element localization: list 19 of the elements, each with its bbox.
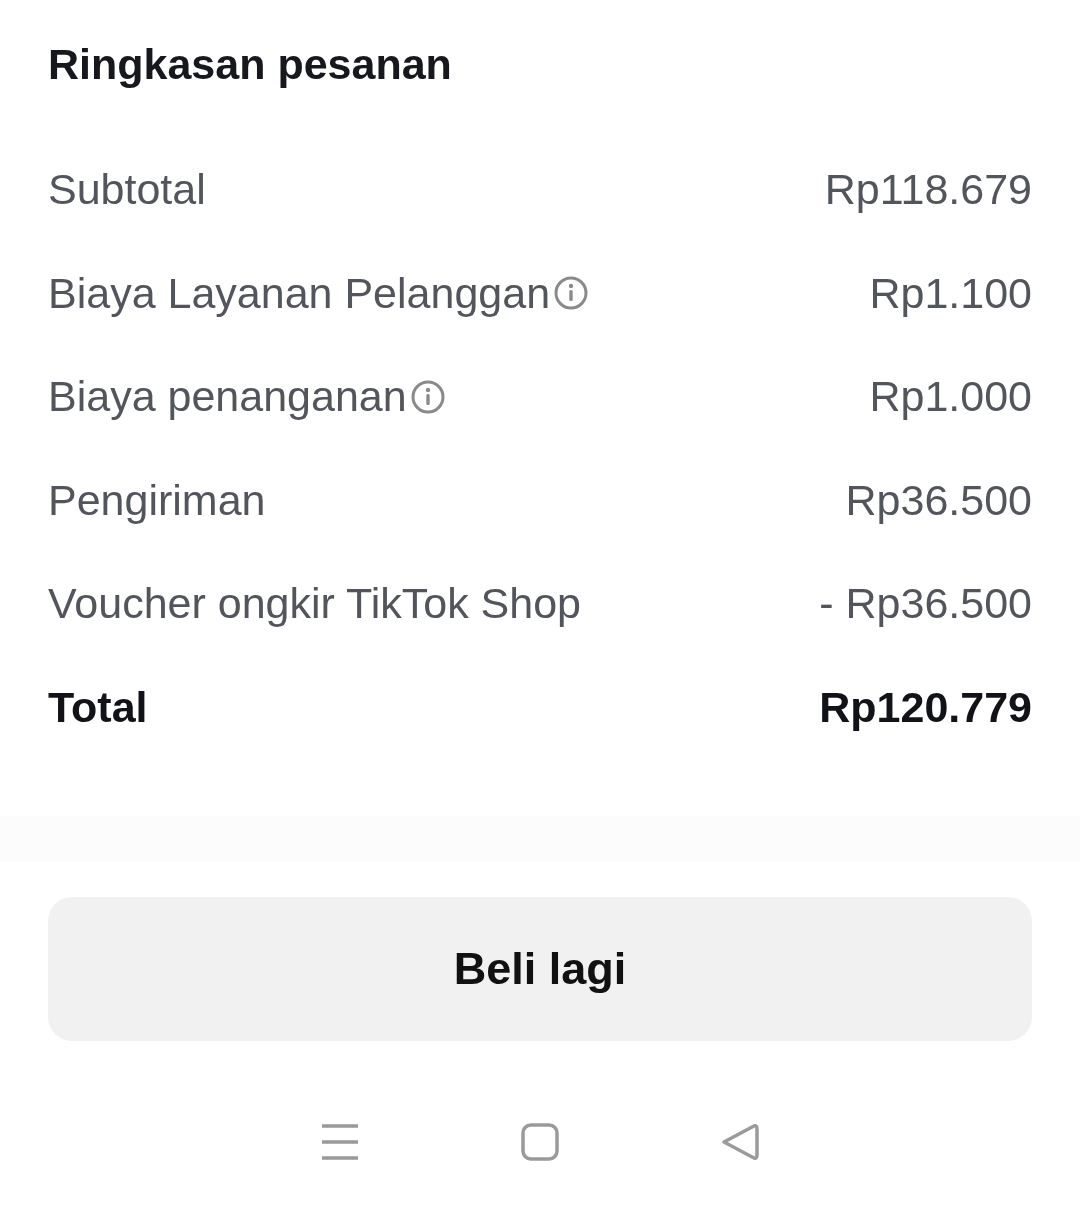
fee-label: Biaya Layanan Pelanggan bbox=[48, 268, 551, 318]
info-icon[interactable] bbox=[410, 379, 445, 414]
fee-amount: Rp1.100 bbox=[869, 268, 1032, 318]
fee-amount: Rp118.679 bbox=[824, 165, 1032, 215]
fee-label: Subtotal bbox=[48, 165, 206, 215]
fee-label: Biaya penanganan bbox=[48, 372, 407, 422]
fee-amount: Rp36.500 bbox=[845, 475, 1032, 525]
fee-amount: - Rp36.500 bbox=[819, 579, 1032, 629]
total-amount: Rp120.779 bbox=[819, 682, 1032, 732]
info-icon[interactable] bbox=[554, 276, 589, 311]
fee-amount: Rp1.000 bbox=[869, 372, 1032, 422]
buy-again-button[interactable]: Beli lagi bbox=[48, 897, 1032, 1041]
summary-title: Ringkasan pesanan bbox=[48, 39, 453, 90]
home-icon[interactable] bbox=[521, 1123, 559, 1161]
fee-label: Pengiriman bbox=[48, 475, 266, 525]
total-label: Total bbox=[48, 682, 148, 732]
menu-icon[interactable] bbox=[321, 1124, 359, 1160]
back-icon[interactable] bbox=[721, 1123, 759, 1161]
fee-label: Voucher ongkir TikTok Shop bbox=[48, 579, 582, 629]
